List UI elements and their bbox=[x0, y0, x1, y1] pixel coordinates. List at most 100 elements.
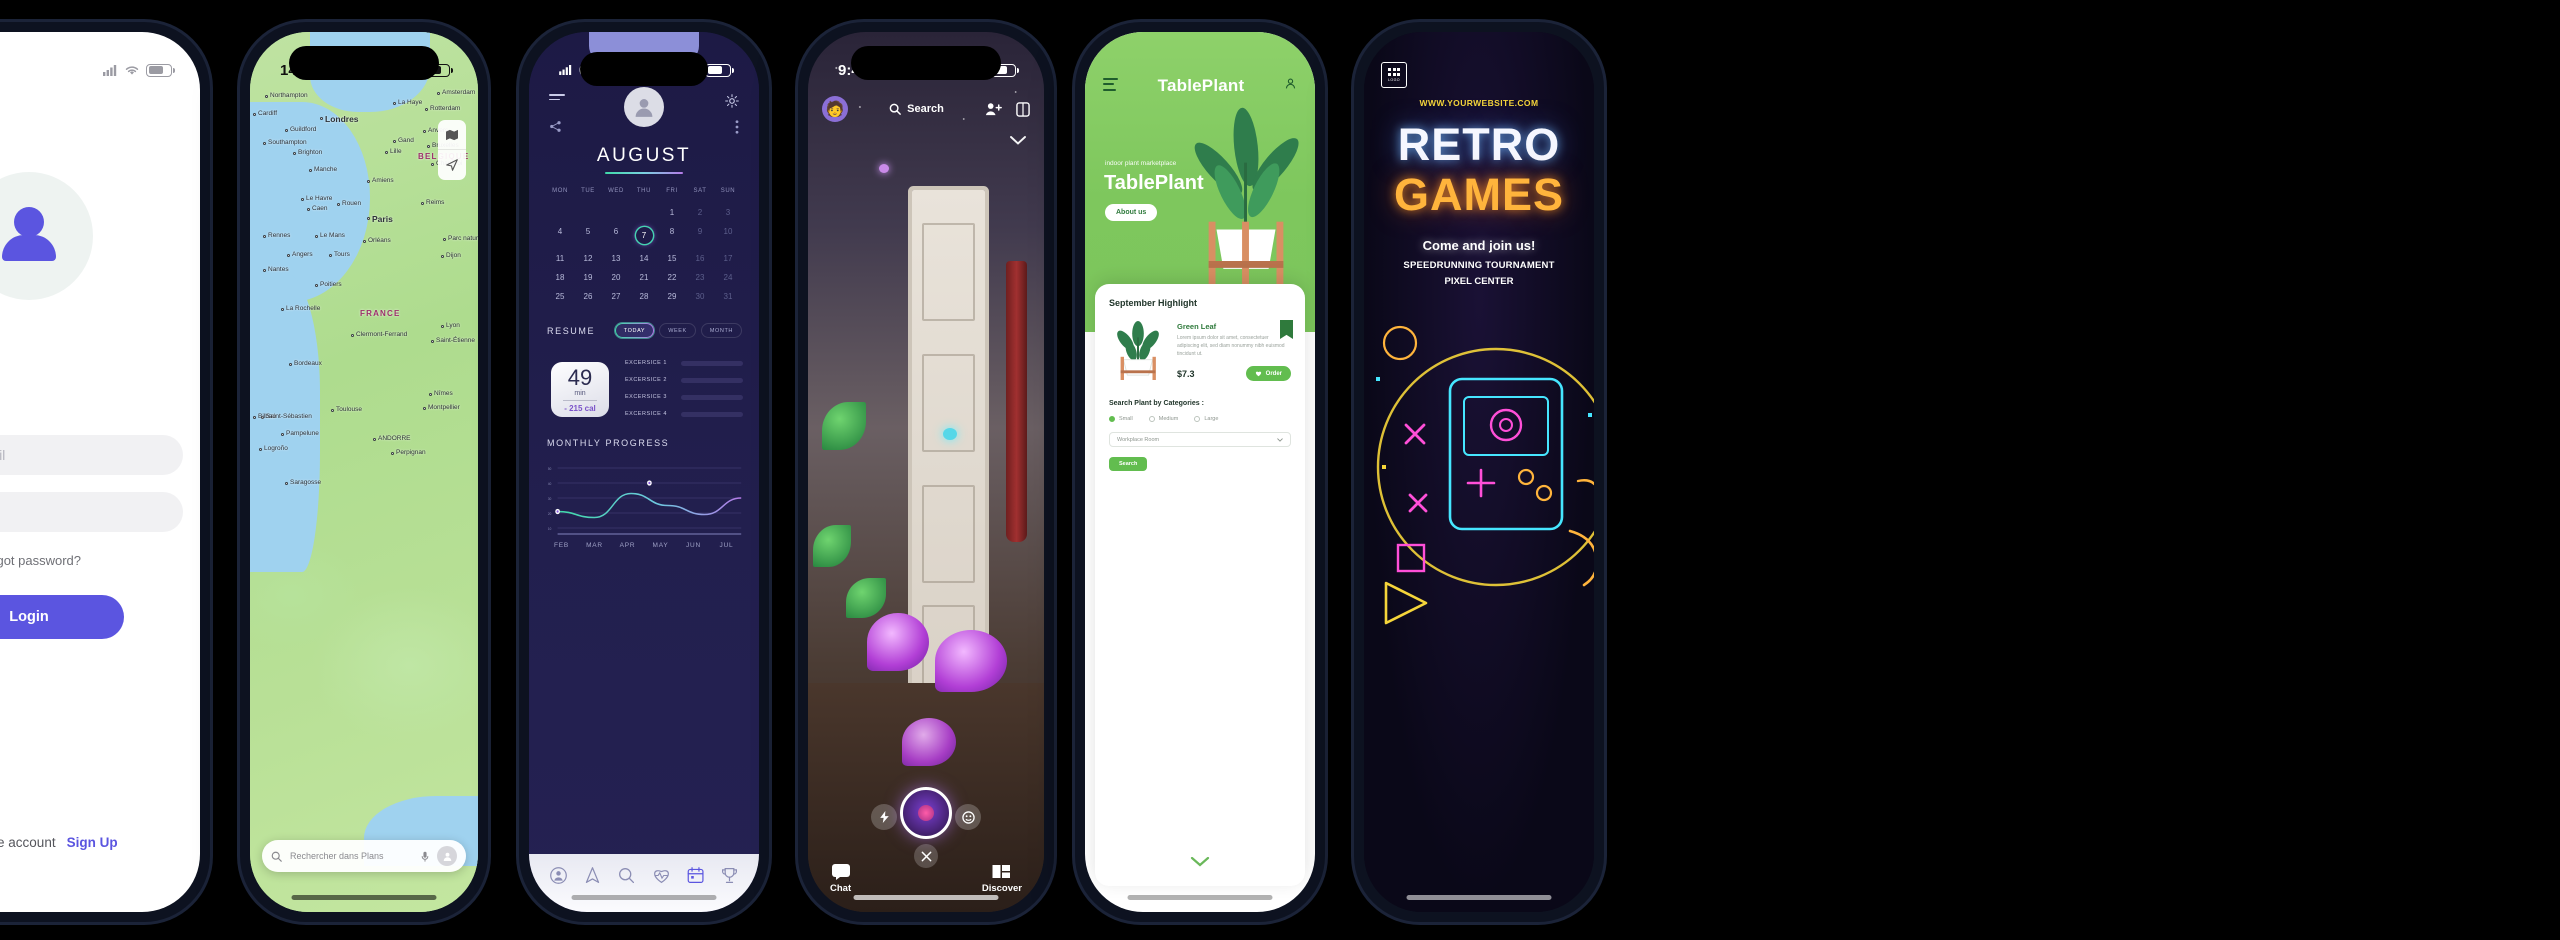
calendar-day[interactable]: 18 bbox=[546, 268, 574, 287]
calendar-day[interactable]: 30 bbox=[686, 287, 714, 306]
share-icon[interactable] bbox=[549, 120, 562, 138]
account-icon[interactable] bbox=[437, 846, 457, 866]
order-button[interactable]: Order bbox=[1245, 366, 1291, 381]
calendar-day[interactable]: 26 bbox=[574, 287, 602, 306]
signup-link[interactable]: Sign Up bbox=[67, 835, 118, 850]
resume-filter-chips: TODAY WEEK MONTH bbox=[615, 323, 742, 338]
bitmoji-avatar-icon[interactable]: 🧑 bbox=[822, 96, 848, 122]
navigation-arrow-icon bbox=[446, 159, 458, 171]
calendar-day[interactable]: 16 bbox=[686, 249, 714, 268]
brand-title: TablePlant bbox=[1157, 76, 1245, 95]
calendar-weekday: THU bbox=[636, 188, 652, 194]
locate-me-button[interactable] bbox=[438, 150, 466, 180]
calendar-day[interactable]: 10 bbox=[714, 222, 742, 249]
chart-x-tick: MAR bbox=[586, 542, 603, 549]
screenshot-root: Login or Email Password Forgot password?… bbox=[0, 0, 2560, 940]
size-radio[interactable]: Large bbox=[1194, 416, 1218, 422]
calendar-day[interactable]: 3 bbox=[714, 203, 742, 222]
map-layers-button[interactable] bbox=[438, 120, 466, 150]
filter-chip[interactable]: MONTH bbox=[700, 323, 742, 338]
close-circle-icon[interactable] bbox=[914, 844, 938, 868]
hero-headline: TablePlant bbox=[1104, 172, 1204, 194]
chat-label: Chat bbox=[830, 883, 852, 894]
map-city-dot bbox=[307, 208, 310, 211]
calendar-day[interactable]: 22 bbox=[658, 268, 686, 287]
calendar-day[interactable]: 6 bbox=[602, 222, 630, 249]
event-line2: PIXEL CENTER bbox=[1444, 276, 1514, 287]
stat-calories: - 215 cal bbox=[564, 403, 596, 413]
forgot-password-link[interactable]: Forgot password? bbox=[0, 553, 81, 568]
chat-button[interactable]: Chat bbox=[830, 863, 851, 894]
product-row[interactable]: Green Leaf Lorem ipsum dolor sit amet, c… bbox=[1109, 320, 1291, 382]
camera-viewfinder[interactable] bbox=[808, 32, 1044, 912]
hamburger-menu-icon[interactable] bbox=[549, 94, 565, 103]
room-select[interactable]: Workplace Room bbox=[1109, 432, 1291, 447]
exercise-row: EXCERSICE 3 bbox=[625, 394, 743, 400]
calendar-day[interactable]: 24 bbox=[714, 268, 742, 287]
calendar-day[interactable]: 17 bbox=[714, 249, 742, 268]
size-radio[interactable]: Medium bbox=[1148, 416, 1178, 422]
avatar[interactable] bbox=[624, 87, 664, 127]
calendar-day[interactable]: 21 bbox=[630, 268, 658, 287]
split-screen-icon[interactable] bbox=[1016, 101, 1030, 117]
calendar-day[interactable]: 31 bbox=[714, 287, 742, 306]
calendar-day[interactable]: 2 bbox=[686, 203, 714, 222]
calendar-day[interactable]: 11 bbox=[546, 249, 574, 268]
map-label: Nîmes bbox=[434, 390, 453, 397]
lens-right-button[interactable] bbox=[955, 804, 981, 830]
exercise-label: EXCERSICE 2 bbox=[625, 377, 667, 383]
chevron-double-down-icon[interactable] bbox=[1190, 856, 1210, 874]
calendar-day[interactable]: 7 bbox=[630, 222, 658, 249]
account-icon[interactable] bbox=[1284, 77, 1297, 95]
nav-search[interactable] bbox=[617, 866, 636, 890]
filter-chip[interactable]: WEEK bbox=[659, 323, 696, 338]
home-indicator bbox=[571, 895, 717, 900]
about-us-button[interactable]: About us bbox=[1105, 204, 1158, 221]
map-label: Northampton bbox=[270, 92, 308, 99]
nav-health[interactable] bbox=[652, 866, 671, 890]
size-radio[interactable]: Small bbox=[1109, 416, 1133, 422]
calendar-day[interactable]: 12 bbox=[574, 249, 602, 268]
lens-left-button[interactable] bbox=[871, 804, 897, 830]
hamburger-menu-icon[interactable] bbox=[1103, 77, 1118, 95]
calendar-day[interactable]: 4 bbox=[546, 222, 574, 249]
camera-shutter-button[interactable] bbox=[900, 787, 952, 839]
phone-mockup-fitness: 09:15 bbox=[519, 22, 769, 922]
calendar-day[interactable]: 14 bbox=[630, 249, 658, 268]
calendar-day[interactable]: 5 bbox=[574, 222, 602, 249]
poster-title-line2: GAMES bbox=[1393, 169, 1564, 220]
more-vertical-icon[interactable] bbox=[735, 120, 739, 139]
calendar-day[interactable]: 25 bbox=[546, 287, 574, 306]
calendar-day[interactable]: 15 bbox=[658, 249, 686, 268]
calendar-day[interactable]: 28 bbox=[630, 287, 658, 306]
calendar-day[interactable]: 1 bbox=[658, 203, 686, 222]
discover-button[interactable]: Discover bbox=[982, 863, 1022, 894]
notch bbox=[289, 46, 439, 80]
map-city-dot bbox=[331, 409, 334, 412]
calendar-day[interactable]: 9 bbox=[686, 222, 714, 249]
search-plants-button[interactable]: Search bbox=[1109, 457, 1148, 471]
chevron-down-icon[interactable] bbox=[1010, 132, 1026, 150]
password-field[interactable]: Password bbox=[0, 492, 183, 532]
avatar bbox=[0, 172, 93, 300]
calendar-day[interactable]: 8 bbox=[658, 222, 686, 249]
calendar-day[interactable]: 27 bbox=[602, 287, 630, 306]
gear-icon[interactable] bbox=[725, 94, 739, 108]
nav-navigate[interactable] bbox=[583, 866, 602, 890]
search-button[interactable]: Search bbox=[889, 103, 944, 115]
map-search-bar[interactable]: Rechercher dans Plans bbox=[262, 840, 466, 872]
calendar-day[interactable]: 29 bbox=[658, 287, 686, 306]
calendar-day[interactable]: 13 bbox=[602, 249, 630, 268]
microphone-icon[interactable] bbox=[421, 851, 429, 862]
add-friend-icon[interactable] bbox=[985, 102, 1002, 116]
calendar-day[interactable]: 23 bbox=[686, 268, 714, 287]
calendar-day[interactable]: 19 bbox=[574, 268, 602, 287]
nav-trophy[interactable] bbox=[720, 866, 739, 890]
filter-chip[interactable]: TODAY bbox=[615, 323, 654, 338]
nav-calendar[interactable] bbox=[686, 866, 705, 890]
login-email-field[interactable]: Login or Email bbox=[0, 435, 183, 475]
calendar-day[interactable]: 20 bbox=[602, 268, 630, 287]
login-button[interactable]: Login bbox=[0, 595, 124, 639]
resume-stat-card: 49 min - 215 cal bbox=[551, 362, 609, 417]
nav-profile[interactable] bbox=[549, 866, 568, 890]
